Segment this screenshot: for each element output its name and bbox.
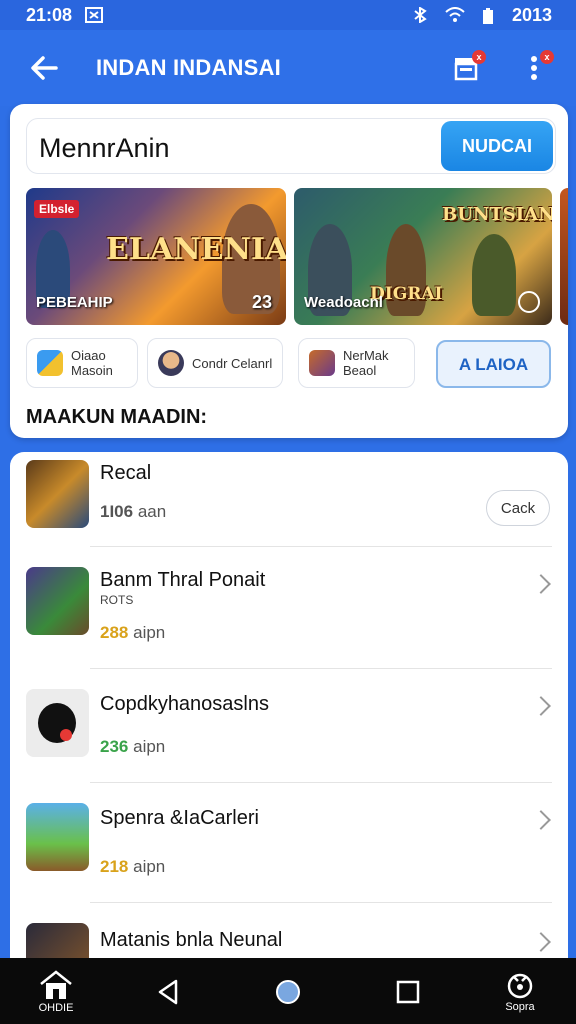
chip-label: Condr Celanrl <box>192 355 273 371</box>
more-options-button[interactable]: x <box>512 46 556 90</box>
search-button[interactable]: NUDCAI <box>441 121 553 171</box>
game-thumbnail <box>26 689 89 757</box>
list-item[interactable]: Spenra &IaCarleri 218 aipn <box>10 783 568 903</box>
list-action-button[interactable]: Cack <box>486 490 550 526</box>
featured-card: MennrAnin NUDCAI Elbsle ELANENIAI PEBEAH… <box>10 104 568 438</box>
meta-unit: aipn <box>133 857 166 876</box>
battery-icon <box>478 7 498 24</box>
chip-label: NerMak Beaol <box>343 348 389 378</box>
play-icon[interactable] <box>518 291 540 313</box>
game-thumbnail <box>26 460 89 528</box>
list-item-title: Recal <box>100 462 152 484</box>
home-label: OHDIE <box>38 1002 74 1014</box>
category-icon <box>37 350 63 376</box>
notification-badge: x <box>540 50 554 64</box>
category-chip[interactable]: NerMak Beaol <box>298 338 415 388</box>
meta-number: 236 <box>100 737 129 756</box>
list-item-meta: 218 aipn <box>100 857 165 877</box>
chip-label: Oiaao Masoin <box>71 348 113 378</box>
wifi-icon <box>444 7 465 23</box>
banner-tag: Elbsle <box>34 200 80 218</box>
circle-home-icon <box>276 980 300 1004</box>
meta-unit: aan <box>137 502 167 521</box>
meta-unit: aipn <box>133 623 166 642</box>
back-nav-button[interactable] <box>138 966 198 1018</box>
banner-caption: PEBEAHIP <box>36 294 113 311</box>
category-chip-selected[interactable]: A LAIOA <box>436 340 551 388</box>
game-thumbnail <box>26 567 89 635</box>
banner-logo: ELANENIAI <box>106 232 286 267</box>
app-title: INDAN INDANSAI <box>96 55 281 80</box>
featured-banner[interactable]: BUNTSIAN DIGRAI Weadoacnl <box>294 188 552 325</box>
arrow-left-icon <box>31 56 58 80</box>
list-item-subtitle: ROTS <box>100 593 134 607</box>
meta-unit: aipn <box>133 737 166 756</box>
store-button[interactable]: x <box>444 46 488 90</box>
home-button[interactable]: OHDIE <box>26 966 86 1018</box>
home-icon <box>40 970 72 999</box>
more-vert-icon <box>531 56 537 80</box>
app-bar: INDAN INDANSAI x x <box>0 30 576 106</box>
section-title: MAAKUN MAADIN: <box>26 406 208 428</box>
category-icon <box>309 350 335 376</box>
list-item-meta: 288 aipn <box>100 623 165 643</box>
featured-banner-peek[interactable] <box>560 188 568 325</box>
notification-badge: x <box>472 50 486 64</box>
support-label: Sopra <box>505 1001 535 1013</box>
list-item-meta: 1I06 aan <box>100 502 166 522</box>
triangle-back-icon <box>158 979 178 1005</box>
status-time: 21:08 <box>26 4 73 25</box>
category-chip[interactable]: Condr Celanrl <box>147 338 283 388</box>
meta-number: 1I06 <box>100 502 134 521</box>
character-figure <box>472 234 516 316</box>
list-item-title: Matanis bnla Neunal <box>100 929 283 951</box>
search-input[interactable]: MennrAnin <box>39 133 170 164</box>
support-icon <box>507 973 533 999</box>
banner-count: 23 <box>251 292 272 312</box>
game-thumbnail <box>26 803 89 871</box>
notification-icon <box>84 7 104 23</box>
featured-banner[interactable]: Elbsle ELANENIAI PEBEAHIP 23 <box>26 188 286 325</box>
chip-label: A LAIOA <box>458 354 529 374</box>
recents-button[interactable] <box>378 966 438 1018</box>
chevron-right-icon <box>531 810 551 830</box>
meta-number: 288 <box>100 623 129 642</box>
list-item[interactable]: Recal 1I06 aan Cack <box>10 452 568 546</box>
navigation-bar: OHDIE Sopra <box>0 958 576 1024</box>
list-item-title: Spenra &IaCarleri <box>100 807 259 829</box>
list-item[interactable]: Copdkyhanosaslns 236 aipn <box>10 669 568 783</box>
category-chip[interactable]: Oiaao Masoin <box>26 338 138 388</box>
chevron-right-icon <box>531 696 551 716</box>
search-bar[interactable]: MennrAnin NUDCAI <box>26 118 556 174</box>
game-list: Recal 1I06 aan Cack Banm Thral Ponait RO… <box>10 452 568 972</box>
list-item[interactable]: Banm Thral Ponait ROTS 288 aipn <box>10 547 568 667</box>
support-button[interactable]: Sopra <box>490 966 550 1018</box>
meta-number: 218 <box>100 857 129 876</box>
home-nav-button[interactable] <box>258 966 318 1018</box>
bluetooth-icon <box>410 6 430 24</box>
list-item-title: Banm Thral Ponait <box>100 569 266 591</box>
status-right-text: 2013 <box>511 4 552 25</box>
square-recents-icon <box>396 980 420 1004</box>
avatar-icon <box>158 350 184 376</box>
list-item-meta: 236 aipn <box>100 737 165 757</box>
back-button[interactable] <box>14 38 74 98</box>
status-bar: 21:08 2013 <box>0 0 576 30</box>
list-item-title: Copdkyhanosaslns <box>100 693 269 715</box>
chevron-right-icon <box>531 932 551 952</box>
chevron-right-icon <box>531 574 551 594</box>
banner-caption: Weadoacnl <box>304 294 383 311</box>
banner-logo: BUNTSIAN <box>442 204 552 225</box>
